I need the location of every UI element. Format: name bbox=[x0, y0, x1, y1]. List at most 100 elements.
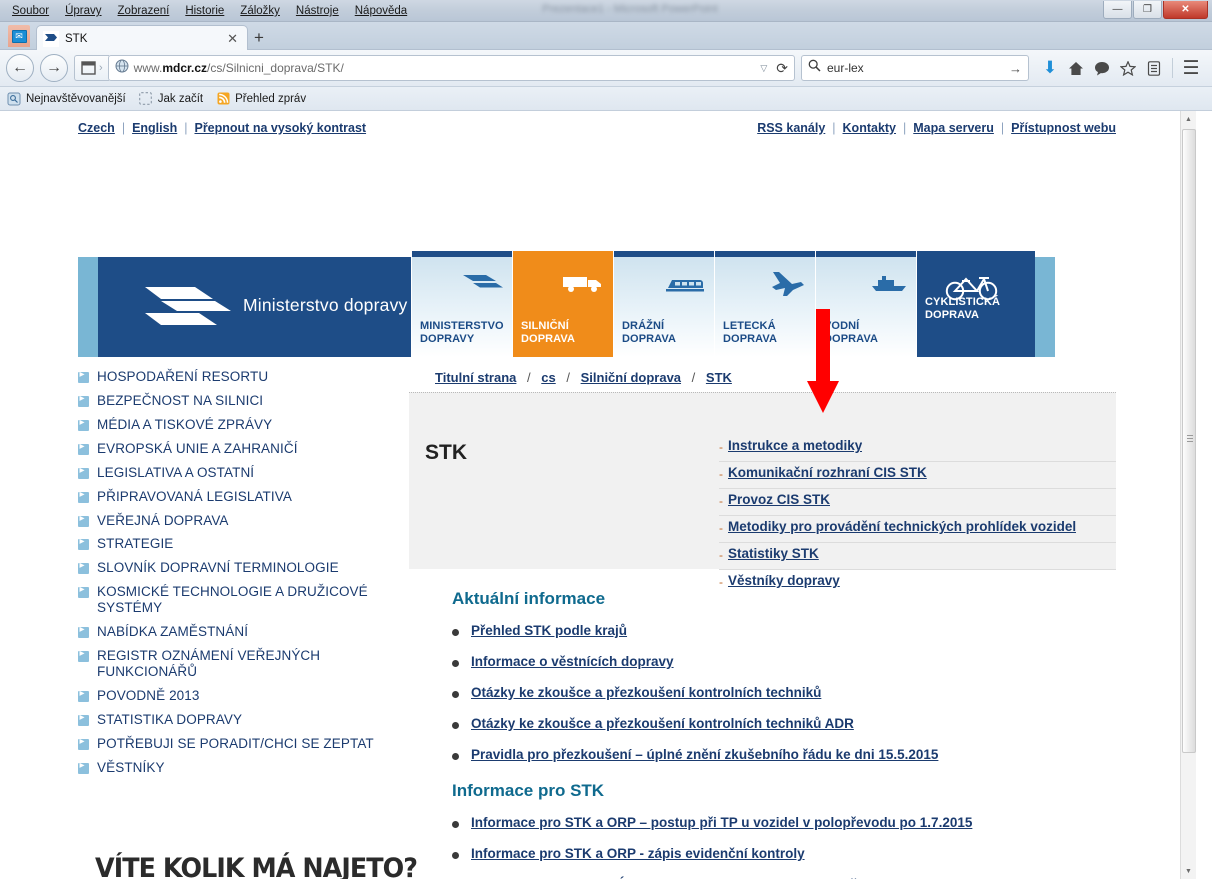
search-bar[interactable]: eur-lex → bbox=[801, 55, 1029, 81]
bullet-icon bbox=[452, 752, 459, 760]
app-tab-pinned-icon[interactable]: ✉ bbox=[8, 25, 30, 47]
link-stk-orp-polopřevod[interactable]: Informace pro STK a ORP – postup při TP … bbox=[471, 815, 972, 832]
scrollbar-thumb[interactable] bbox=[1182, 129, 1196, 753]
stk-link-provoz-cis[interactable]: Provoz CIS STK bbox=[728, 492, 830, 507]
bookmark-news-feed-label: Přehled zpráv bbox=[235, 92, 307, 105]
bookmark-star-icon[interactable] bbox=[1115, 60, 1141, 76]
link-otazky-zkousce[interactable]: Otázky ke zkoušce a přezkoušení kontroln… bbox=[471, 685, 821, 702]
list-item[interactable]: Přehled STK podle krajů bbox=[452, 623, 1116, 640]
chat-bubble-icon[interactable] bbox=[1089, 61, 1115, 76]
link-informace-vestniky[interactable]: Informace o věstnících dopravy bbox=[471, 654, 674, 671]
bookmark-most-visited[interactable]: Nejnavštěvovanější bbox=[7, 92, 126, 106]
rss-channels-link[interactable]: RSS kanály bbox=[757, 121, 825, 135]
list-item[interactable]: Informace o věstnících dopravy bbox=[452, 654, 1116, 671]
sidebar-item-slovnik[interactable]: SLOVNÍK DOPRAVNÍ TERMINOLOGIE bbox=[78, 556, 398, 580]
list-item[interactable]: - Metodiky pro provádění technických pro… bbox=[719, 516, 1116, 543]
site-identity-button[interactable]: › bbox=[74, 55, 109, 81]
contacts-link[interactable]: Kontakty bbox=[843, 121, 896, 135]
library-icon[interactable] bbox=[1141, 60, 1167, 76]
nav-letecka-doprava[interactable]: LETECKÁ DOPRAVA bbox=[715, 251, 815, 357]
lang-english-link[interactable]: English bbox=[132, 121, 177, 135]
nav-ministerstvo-dopravy[interactable]: MINISTERSTVO DOPRAVY bbox=[412, 251, 512, 357]
menu-napoveda[interactable]: Nápověda bbox=[347, 3, 415, 19]
list-item[interactable]: - Provoz CIS STK bbox=[719, 489, 1116, 516]
link-stk-orp-evidencni-kontrola[interactable]: Informace pro STK a ORP - zápis evidenčn… bbox=[471, 846, 805, 863]
bookmark-news-feed[interactable]: Přehled zpráv bbox=[216, 92, 306, 106]
breadcrumb-cs[interactable]: cs bbox=[541, 370, 555, 385]
nav-cyklisticka-doprava[interactable]: CYKLISTICKÁ DOPRAVA bbox=[917, 251, 1035, 357]
minimize-button[interactable]: — bbox=[1103, 1, 1132, 19]
sidebar-item-hospodareni[interactable]: HOSPODAŘENÍ RESORTU bbox=[78, 365, 398, 389]
sidebar-item-kosmicke-technologie[interactable]: KOSMICKÉ TECHNOLOGIE A DRUŽICOVÉ SYSTÉMY bbox=[78, 580, 398, 620]
link-otazky-zkousce-adr[interactable]: Otázky ke zkoušce a přezkoušení kontroln… bbox=[471, 716, 854, 733]
list-item[interactable]: Informace pro STK a ORP - zápis evidenčn… bbox=[452, 846, 1116, 863]
sidebar-item-potrebuji-poradit[interactable]: POTŘEBUJI SE PORADIT/CHCI SE ZEPTAT bbox=[78, 732, 398, 756]
breadcrumb-silnicni-doprava[interactable]: Silniční doprava bbox=[581, 370, 681, 385]
lang-czech-link[interactable]: Czech bbox=[78, 121, 115, 135]
sidebar-item-strategie[interactable]: STRATEGIE bbox=[78, 532, 398, 556]
list-item[interactable]: - Komunikační rozhraní CIS STK bbox=[719, 462, 1116, 489]
breadcrumb-stk[interactable]: STK bbox=[706, 370, 732, 385]
sidebar-item-eu[interactable]: EVROPSKÁ UNIE A ZAHRANIČÍ bbox=[78, 437, 398, 461]
sidebar-item-nabidka-zamestnani[interactable]: NABÍDKA ZAMĚSTNÁNÍ bbox=[78, 620, 398, 644]
new-tab-button[interactable]: + bbox=[254, 29, 264, 46]
sidebar-item-media[interactable]: MÉDIA A TISKOVÉ ZPRÁVY bbox=[78, 413, 398, 437]
list-item[interactable]: Otázky ke zkoušce a přezkoušení kontroln… bbox=[452, 716, 1116, 733]
sidebar-item-legislativa[interactable]: LEGISLATIVA A OSTATNÍ bbox=[78, 461, 398, 485]
high-contrast-link[interactable]: Přepnout na vysoký kontrast bbox=[194, 121, 366, 135]
stk-link-instrukce[interactable]: Instrukce a metodiky bbox=[728, 438, 862, 453]
sidebar-item-label: VEŘEJNÁ DOPRAVA bbox=[97, 512, 229, 528]
hamburger-menu-icon[interactable]: ☰ bbox=[1178, 57, 1204, 80]
sitemap-link[interactable]: Mapa serveru bbox=[913, 121, 994, 135]
close-button[interactable]: ✕ bbox=[1163, 1, 1208, 19]
download-icon[interactable]: ⬇ bbox=[1037, 58, 1063, 78]
link-pravidla-prezkouseni[interactable]: Pravidla pro přezkoušení – úplné znění z… bbox=[471, 747, 938, 764]
menu-nastroje[interactable]: Nástroje bbox=[288, 3, 347, 19]
sidebar-item-bezpecnost[interactable]: BEZPEČNOST NA SILNICI bbox=[78, 389, 398, 413]
list-item[interactable]: - Instrukce a metodiky bbox=[719, 435, 1116, 462]
site-logo[interactable]: Ministerstvo dopravy bbox=[98, 257, 411, 357]
stk-link-statistiky[interactable]: Statistiky STK bbox=[728, 546, 819, 561]
forward-button[interactable]: → bbox=[40, 54, 68, 82]
back-button[interactable]: ← bbox=[6, 54, 34, 82]
page-scrollbar[interactable]: ▲ ▼ bbox=[1180, 111, 1196, 879]
stk-link-vestniky-dopravy[interactable]: Věstníky dopravy bbox=[728, 573, 840, 588]
menu-zalozky[interactable]: Záložky bbox=[232, 3, 288, 19]
scrollbar-down-arrow[interactable]: ▼ bbox=[1181, 863, 1196, 879]
list-item[interactable]: - Statistiky STK bbox=[719, 543, 1116, 570]
nav-silnicni-doprava[interactable]: SILNIČNÍ DOPRAVA bbox=[513, 251, 613, 357]
list-item[interactable]: Informace pro STK a ORP – postup při TP … bbox=[452, 815, 1116, 832]
reload-icon[interactable]: ⟳ bbox=[776, 60, 788, 77]
list-item[interactable]: Pravidla pro přezkoušení – úplné znění z… bbox=[452, 747, 1116, 764]
sidebar-item-povodne-2013[interactable]: POVODNĚ 2013 bbox=[78, 684, 398, 708]
menu-historie[interactable]: Historie bbox=[177, 3, 232, 19]
bookmark-getting-started[interactable]: Jak začít bbox=[139, 92, 203, 106]
link-prehled-stk-kraje[interactable]: Přehled STK podle krajů bbox=[471, 623, 627, 640]
tab-stk[interactable]: STK ✕ bbox=[36, 25, 248, 51]
stk-link-komunikacni-rozhrani[interactable]: Komunikační rozhraní CIS STK bbox=[728, 465, 927, 480]
breadcrumb-titulni-strana[interactable]: Titulní strana bbox=[435, 370, 516, 385]
scrollbar-up-arrow[interactable]: ▲ bbox=[1181, 111, 1196, 127]
search-submit-icon[interactable]: → bbox=[1009, 61, 1022, 76]
list-item[interactable]: Otázky ke zkoušce a přezkoušení kontroln… bbox=[452, 685, 1116, 702]
accessibility-link[interactable]: Přístupnost webu bbox=[1011, 121, 1116, 135]
nav-drazni-doprava[interactable]: DRÁŽNÍ DOPRAVA bbox=[614, 251, 714, 357]
bullet-icon bbox=[452, 629, 459, 636]
sidebar-item-registr-oznameni[interactable]: REGISTR OZNÁMENÍ VEŘEJNÝCH FUNKCIONÁŘŮ bbox=[78, 644, 398, 684]
list-item[interactable]: - Věstníky dopravy bbox=[719, 570, 1116, 596]
sidebar-item-pripravovana-legislativa[interactable]: PŘIPRAVOVANÁ LEGISLATIVA bbox=[78, 485, 398, 509]
sidebar-item-statistika-dopravy[interactable]: STATISTIKA DOPRAVY bbox=[78, 708, 398, 732]
maximize-button[interactable]: ❐ bbox=[1133, 1, 1162, 19]
sidebar-item-verejna-doprava[interactable]: VEŘEJNÁ DOPRAVA bbox=[78, 509, 398, 533]
menu-soubor[interactable]: Soubor bbox=[4, 3, 57, 19]
sidebar-item-vestniky[interactable]: VĚSTNÍKY bbox=[78, 756, 398, 780]
tab-close-icon[interactable]: ✕ bbox=[224, 31, 241, 47]
advert-banner[interactable]: VÍTE KOLIK MÁ NAJETO? 7 4 6 5 9 7 3 KM bbox=[95, 853, 418, 879]
search-input-value[interactable]: eur-lex bbox=[821, 61, 1009, 75]
menu-zobrazeni[interactable]: Zobrazení bbox=[110, 3, 178, 19]
home-icon[interactable] bbox=[1063, 61, 1089, 76]
menu-upravy[interactable]: Úpravy bbox=[57, 3, 109, 19]
url-bar[interactable]: www.mdcr.cz/cs/Silnicni_doprava/STK/ ▽ ⟳ bbox=[107, 55, 795, 81]
stk-link-metodiky-prohlidek[interactable]: Metodiky pro provádění technických prohl… bbox=[728, 519, 1076, 534]
url-dropdown-icon[interactable]: ▽ bbox=[760, 63, 767, 74]
